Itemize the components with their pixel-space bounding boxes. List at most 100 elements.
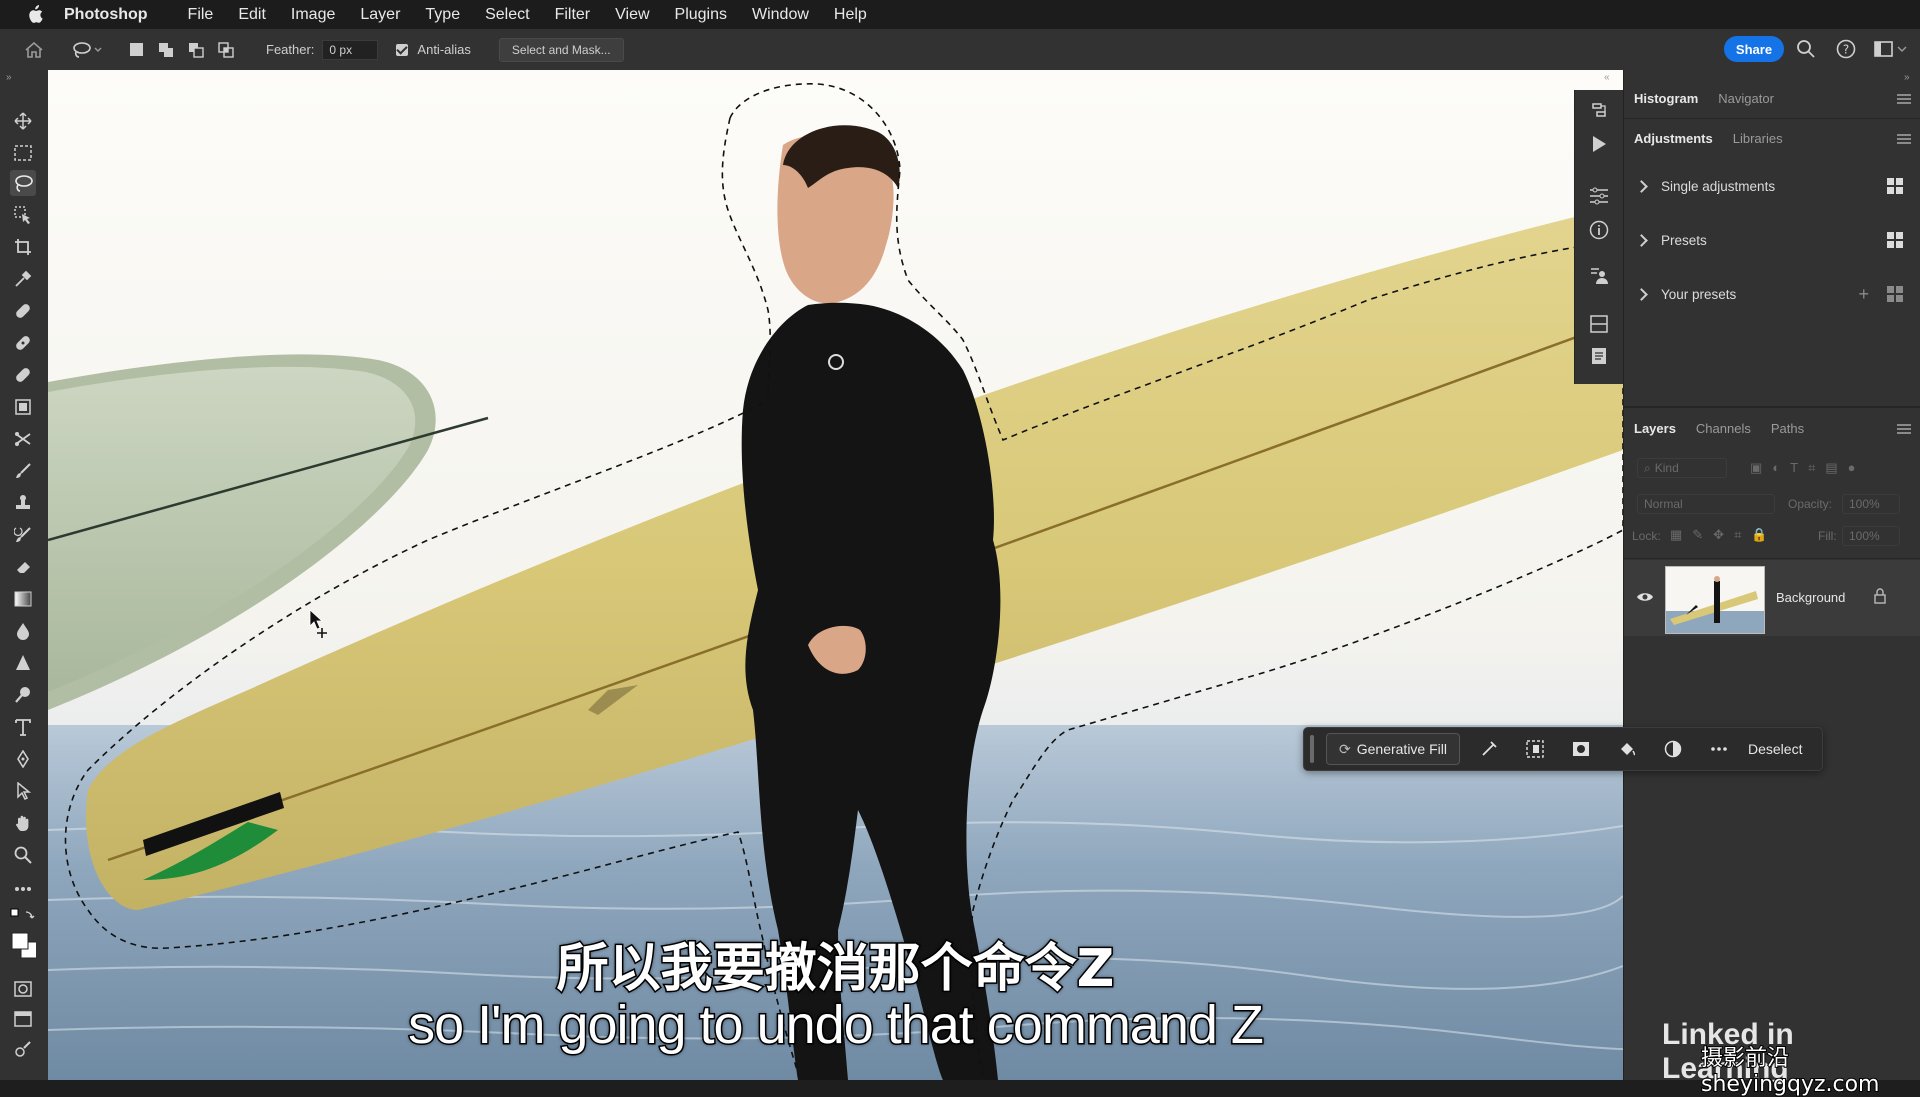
- menu-edit[interactable]: Edit: [238, 6, 266, 24]
- lasso-tool-icon[interactable]: [10, 170, 36, 196]
- add-selection-icon[interactable]: [154, 37, 178, 63]
- select-and-mask-button[interactable]: Select and Mask...: [498, 37, 624, 62]
- type-tool-icon[interactable]: [10, 714, 36, 740]
- notes-icon[interactable]: [1587, 344, 1611, 368]
- content-aware-icon[interactable]: [10, 394, 36, 420]
- libraries-icon[interactable]: [1587, 312, 1611, 336]
- spot-healing-icon[interactable]: [10, 298, 36, 324]
- subtract-selection-icon[interactable]: [184, 37, 208, 63]
- intersect-selection-icon[interactable]: [214, 37, 238, 63]
- actions-play-icon[interactable]: [1587, 132, 1611, 156]
- share-button[interactable]: Share: [1724, 36, 1784, 62]
- tab-layers[interactable]: Layers: [1624, 421, 1686, 436]
- move-tool-icon[interactable]: [10, 108, 36, 134]
- fill-selection-icon[interactable]: [1604, 740, 1650, 758]
- fill-input[interactable]: 100%: [1842, 526, 1900, 546]
- dodge-tool-icon[interactable]: [10, 682, 36, 708]
- apple-icon[interactable]: [24, 4, 46, 26]
- layer-name[interactable]: Background: [1776, 590, 1845, 605]
- modify-selection-icon[interactable]: [1466, 740, 1512, 758]
- lasso-preset-icon[interactable]: [70, 37, 104, 63]
- color-swatches[interactable]: [10, 928, 36, 964]
- more-tools-icon[interactable]: [10, 876, 36, 902]
- history-brush-icon[interactable]: [10, 522, 36, 548]
- comments-icon[interactable]: [1587, 264, 1611, 288]
- history-icon[interactable]: [1587, 98, 1611, 122]
- tab-channels[interactable]: Channels: [1686, 421, 1761, 436]
- menu-layer[interactable]: Layer: [360, 6, 400, 24]
- workspace-icon[interactable]: [1874, 40, 1908, 63]
- single-adjustments-row[interactable]: Single adjustments: [1624, 168, 1920, 204]
- tab-histogram[interactable]: Histogram: [1624, 91, 1708, 106]
- crop-tool-icon[interactable]: [10, 234, 36, 260]
- swap-colors-icon[interactable]: [10, 906, 36, 924]
- menu-filter[interactable]: Filter: [555, 6, 591, 24]
- healing-brush-icon[interactable]: [10, 330, 36, 356]
- marquee-tool-icon[interactable]: [10, 140, 36, 166]
- menu-file[interactable]: File: [188, 6, 214, 24]
- menu-window[interactable]: Window: [752, 6, 809, 24]
- search-icon[interactable]: [1796, 39, 1816, 64]
- layer-filter-icons[interactable]: ▣◐T⌗▤●: [1750, 460, 1866, 476]
- tab-libraries[interactable]: Libraries: [1723, 131, 1793, 146]
- drag-handle[interactable]: [1310, 735, 1314, 763]
- tab-adjustments[interactable]: Adjustments: [1624, 131, 1723, 146]
- screen-mode-icon[interactable]: [10, 1006, 36, 1032]
- layer-row-background[interactable]: Background: [1624, 560, 1920, 636]
- expand-icon[interactable]: »: [1904, 72, 1910, 83]
- remove-tool-icon[interactable]: [10, 426, 36, 452]
- home-icon[interactable]: [22, 37, 46, 63]
- grid-view-icon[interactable]: [1887, 232, 1903, 248]
- collapse-icon[interactable]: «: [1604, 72, 1610, 83]
- adjustment-layer-icon[interactable]: [1650, 740, 1696, 758]
- add-preset-icon[interactable]: +: [1858, 285, 1869, 303]
- menu-type[interactable]: Type: [425, 6, 460, 24]
- panel-menu-icon[interactable]: [1897, 424, 1911, 434]
- tab-navigator[interactable]: Navigator: [1708, 91, 1784, 106]
- blur-tool-icon[interactable]: [10, 618, 36, 644]
- brush-tool-icon[interactable]: [10, 458, 36, 484]
- path-selection-icon[interactable]: [10, 778, 36, 804]
- gradient-tool-icon[interactable]: [10, 586, 36, 612]
- select-subject-icon[interactable]: [1512, 740, 1558, 758]
- menu-help[interactable]: Help: [834, 6, 867, 24]
- patch-tool-icon[interactable]: [10, 362, 36, 388]
- app-name[interactable]: Photoshop: [64, 6, 148, 24]
- grid-view-icon[interactable]: [1887, 178, 1903, 194]
- your-presets-row[interactable]: Your presets +: [1624, 276, 1920, 312]
- edit-toolbar-icon[interactable]: [10, 1036, 36, 1062]
- menu-image[interactable]: Image: [291, 6, 335, 24]
- object-selection-icon[interactable]: [10, 202, 36, 228]
- pen-tool-icon[interactable]: [10, 746, 36, 772]
- panel-menu-icon[interactable]: [1897, 134, 1911, 144]
- visibility-eye-icon[interactable]: [1636, 590, 1654, 608]
- feather-input[interactable]: 0 px: [322, 39, 379, 60]
- layer-filter-kind[interactable]: ⌕ Kind: [1637, 458, 1727, 478]
- antialias-checkbox[interactable]: [396, 43, 409, 56]
- new-selection-icon[interactable]: [124, 37, 148, 63]
- mask-icon[interactable]: [1558, 741, 1604, 757]
- lock-icon[interactable]: [1874, 588, 1886, 609]
- tab-paths[interactable]: Paths: [1761, 421, 1814, 436]
- grid-view-icon[interactable]: [1887, 286, 1903, 302]
- properties-icon[interactable]: [1587, 184, 1611, 208]
- menu-plugins[interactable]: Plugins: [675, 6, 727, 24]
- sharpen-tool-icon[interactable]: [10, 650, 36, 676]
- menu-select[interactable]: Select: [485, 6, 529, 24]
- help-icon[interactable]: ?: [1836, 39, 1856, 64]
- antialias-toggle[interactable]: Anti-alias: [396, 42, 471, 57]
- generative-fill-button[interactable]: ⟳ Generative Fill: [1326, 733, 1460, 765]
- zoom-tool-icon[interactable]: [10, 842, 36, 868]
- blend-mode-select[interactable]: Normal: [1637, 494, 1775, 514]
- opacity-input[interactable]: 100%: [1842, 494, 1900, 514]
- hand-tool-icon[interactable]: [10, 810, 36, 836]
- stamp-tool-icon[interactable]: [10, 490, 36, 516]
- presets-row[interactable]: Presets: [1624, 222, 1920, 258]
- panel-menu-icon[interactable]: [1897, 94, 1911, 104]
- quick-mask-icon[interactable]: [10, 976, 36, 1002]
- eyedropper-icon[interactable]: [10, 266, 36, 292]
- eraser-tool-icon[interactable]: [10, 554, 36, 580]
- toolbar-expand-icon[interactable]: »: [6, 72, 12, 83]
- info-icon[interactable]: [1587, 218, 1611, 242]
- menu-view[interactable]: View: [615, 6, 649, 24]
